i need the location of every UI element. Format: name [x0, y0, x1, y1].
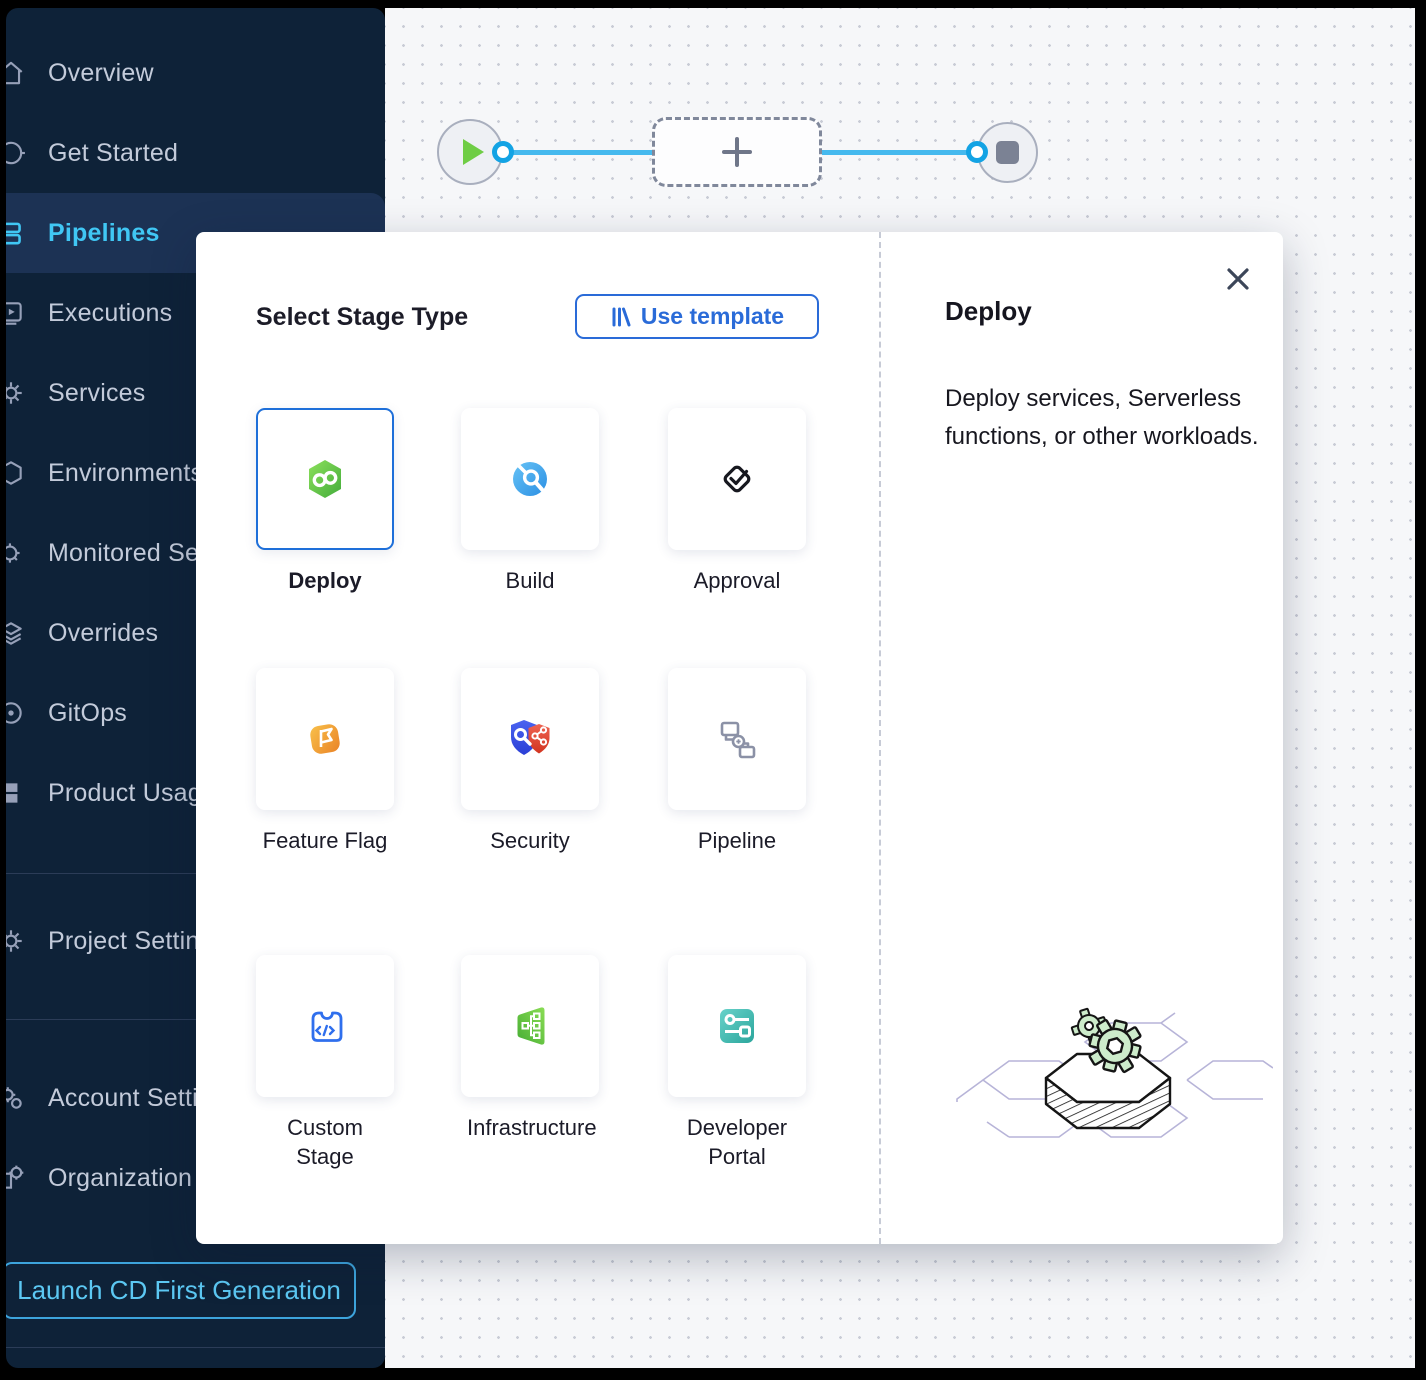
- stage-detail-title: Deploy: [945, 296, 1032, 327]
- stage-card-approval[interactable]: [668, 408, 806, 550]
- stage-label: Infrastructure: [467, 1113, 593, 1142]
- add-stage-node[interactable]: [652, 117, 822, 187]
- connector-port-icon[interactable]: [966, 141, 988, 163]
- custom-stage-icon: [301, 1002, 349, 1050]
- stage-cell-security: Security: [461, 668, 599, 810]
- use-template-label: Use template: [641, 303, 784, 330]
- stage-cell-developer-portal: Developer Portal: [668, 955, 806, 1097]
- home-icon: [6, 56, 32, 90]
- stage-cell-infrastructure: Infrastructure: [461, 955, 599, 1097]
- stop-icon: [996, 141, 1019, 164]
- stage-cell-build: Build: [461, 408, 599, 550]
- approval-icon: [713, 455, 761, 503]
- deploy-illustration: [943, 982, 1273, 1192]
- services-gear-icon: [6, 376, 32, 410]
- build-icon: [506, 455, 554, 503]
- pipelines-icon: [6, 216, 32, 250]
- stage-cell-feature-flag: Feature Flag: [256, 668, 394, 810]
- stage-label: Custom Stage: [262, 1113, 388, 1171]
- gitops-icon: [6, 696, 32, 730]
- sidebar-item-label: Overrides: [48, 619, 158, 648]
- stage-detail-pane: Deploy Deploy services, Serverless funct…: [879, 232, 1283, 1244]
- executions-icon: [6, 296, 32, 330]
- sidebar-bottom-divider: [6, 1347, 385, 1348]
- use-template-button[interactable]: Use template: [575, 294, 819, 339]
- stage-card-build[interactable]: [461, 408, 599, 550]
- sidebar-item-label: GitOps: [48, 699, 127, 728]
- stage-card-developer-portal[interactable]: [668, 955, 806, 1097]
- sidebar-item-label: Pipelines: [48, 219, 160, 248]
- pipeline-connector-line: [500, 150, 660, 155]
- stage-label: Pipeline: [674, 826, 800, 855]
- sidebar-item-label: Overview: [48, 59, 154, 88]
- security-icon: [506, 715, 554, 763]
- stage-card-infrastructure[interactable]: [461, 955, 599, 1097]
- deploy-icon: [301, 455, 349, 503]
- stage-detail-description: Deploy services, Serverless functions, o…: [945, 380, 1281, 456]
- sidebar-item-label: Environments: [48, 459, 203, 488]
- sidebar-item-overview[interactable]: Overview: [6, 33, 385, 113]
- sidebar-item-label: Services: [48, 379, 145, 408]
- feature-flag-icon: [301, 715, 349, 763]
- stage-card-pipeline[interactable]: [668, 668, 806, 810]
- stage-card-custom-stage[interactable]: [256, 955, 394, 1097]
- stage-card-deploy[interactable]: [256, 408, 394, 550]
- project-settings-icon: [6, 924, 32, 958]
- plus-icon: [722, 137, 752, 167]
- stage-label: Approval: [674, 566, 800, 595]
- account-settings-icon: [6, 1081, 32, 1115]
- select-stage-type-modal: Select Stage Type Use template Deploy Bui…: [196, 232, 1283, 1244]
- sidebar-item-get-started[interactable]: Get Started: [6, 113, 385, 193]
- stage-card-feature-flag[interactable]: [256, 668, 394, 810]
- connector-port-icon[interactable]: [492, 141, 514, 163]
- stage-cell-custom-stage: Custom Stage: [256, 955, 394, 1097]
- product-usage-icon: [6, 776, 32, 810]
- stage-label: Build: [467, 566, 593, 595]
- sidebar-item-label: Organization: [48, 1164, 192, 1193]
- stage-cell-deploy: Deploy: [256, 408, 394, 550]
- stage-type-list-pane: Select Stage Type Use template Deploy Bui…: [196, 232, 879, 1244]
- environments-icon: [6, 456, 32, 490]
- template-library-icon: [610, 306, 632, 328]
- stage-label: Deploy: [262, 566, 388, 595]
- stage-cell-pipeline: Pipeline: [668, 668, 806, 810]
- sidebar-item-label: Product Usage: [48, 779, 216, 808]
- close-icon[interactable]: [1223, 264, 1253, 294]
- launch-cd-first-generation-button[interactable]: Launch CD First Generation: [6, 1262, 356, 1319]
- stage-label: Security: [467, 826, 593, 855]
- developer-portal-icon: [713, 1002, 761, 1050]
- stage-card-security[interactable]: [461, 668, 599, 810]
- sidebar-item-label: Get Started: [48, 139, 178, 168]
- modal-title: Select Stage Type: [256, 303, 468, 332]
- play-icon: [463, 139, 484, 165]
- stage-cell-approval: Approval: [668, 408, 806, 550]
- stage-label: Feature Flag: [262, 826, 388, 855]
- pipeline-icon: [713, 715, 761, 763]
- sidebar-item-label: Executions: [48, 299, 172, 328]
- infrastructure-icon: [506, 1002, 554, 1050]
- get-started-icon: [6, 136, 32, 170]
- monitored-services-icon: [6, 536, 32, 570]
- overrides-icon: [6, 616, 32, 650]
- organization-icon: [6, 1161, 32, 1195]
- pipeline-connector-line: [820, 150, 975, 155]
- stage-label: Developer Portal: [674, 1113, 800, 1171]
